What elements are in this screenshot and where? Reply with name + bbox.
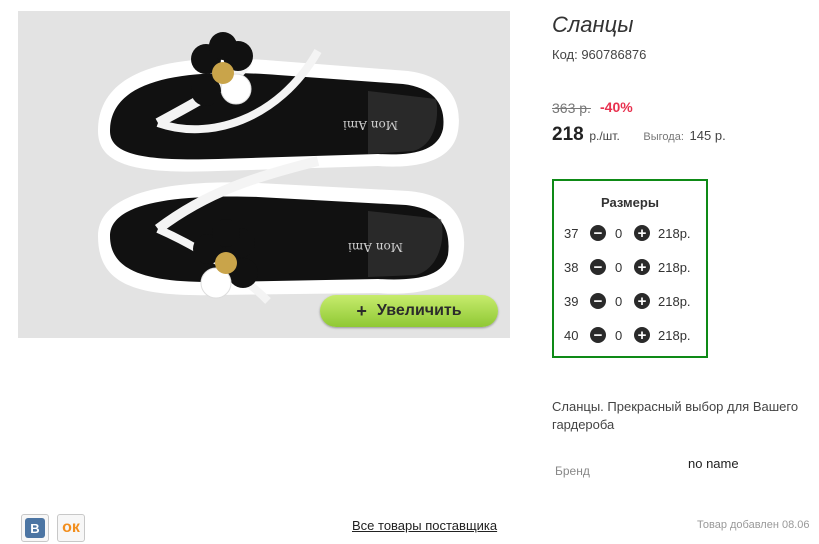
zoom-button[interactable]: + Увеличить [320,295,498,327]
quantity-value: 0 [615,328,623,343]
insole-text: Mon Ami [348,240,403,254]
price-row: 218 р./шт. Выгода: 145 р. [552,124,726,146]
discount-badge: -40% [600,99,633,115]
vk-share-button[interactable]: В [21,514,49,542]
size-value: 40 [564,328,579,343]
vk-icon: В [25,518,45,538]
price-unit: р./шт. [589,129,620,143]
quantity-value: 0 [615,226,623,241]
zoom-button-label: Увеличить [376,302,462,319]
size-row: 37 − 0 + 218р. [564,223,704,243]
plus-icon[interactable]: + [634,259,650,275]
flower-decoration [191,32,253,106]
supplier-products-link[interactable]: Все товары поставщика [352,518,497,533]
brand-label: Бренд [555,464,590,478]
size-row: 38 − 0 + 218р. [564,257,704,277]
minus-icon[interactable]: − [590,259,606,275]
size-value: 39 [564,294,579,309]
ok-share-button[interactable]: ок [57,514,85,542]
quantity-value: 0 [615,260,623,275]
sizes-panel: Размеры 37 − 0 + 218р. 38 − 0 + 218р. 39… [552,179,708,358]
savings-label: Выгода: [643,131,684,143]
sandals-image: Mon Ami Mon Ami [98,32,465,304]
plus-icon[interactable]: + [634,293,650,309]
size-price: 218р. [658,328,691,343]
minus-icon[interactable]: − [590,293,606,309]
product-title: Сланцы [552,12,634,37]
added-date: Товар добавлен 08.06 [697,519,810,531]
plus-icon: + [356,300,367,321]
old-price: 363 р. [552,100,591,116]
minus-icon[interactable]: − [590,225,606,241]
size-value: 38 [564,260,579,275]
product-photo[interactable]: Mon Ami Mon Ami + Увеличить [18,11,510,338]
size-row: 40 − 0 + 218р. [564,325,704,345]
minus-icon[interactable]: − [590,327,606,343]
plus-icon[interactable]: + [634,225,650,241]
savings-value: 145 р. [689,128,726,143]
size-value: 37 [564,226,579,241]
brand-value: no name [688,456,739,471]
size-price: 218р. [658,226,691,241]
quantity-value: 0 [615,294,623,309]
size-price: 218р. [658,260,691,275]
odnoklassniki-icon: ок [62,519,80,536]
insole-text: Mon Ami [343,118,398,132]
product-code: Код: 960786876 [552,47,647,62]
size-row: 39 − 0 + 218р. [564,291,704,311]
product-description: Сланцы. Прекрасный выбор для Вашего гард… [552,399,799,432]
current-price: 218 [552,124,584,145]
plus-icon[interactable]: + [634,327,650,343]
size-price: 218р. [658,294,691,309]
sizes-title: Размеры [601,195,659,210]
